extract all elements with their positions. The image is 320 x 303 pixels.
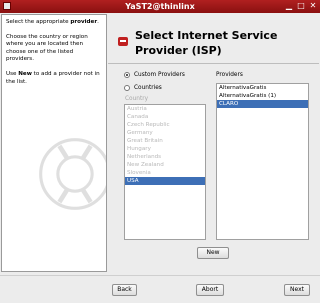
custom-providers-radio[interactable]: Custom Providers xyxy=(124,72,185,78)
radio-indicator-countries[interactable] xyxy=(124,85,130,91)
help-panel: Select the appropriate provider. Choose … xyxy=(1,14,107,272)
close-icon[interactable]: ✕ xyxy=(309,2,317,10)
country-list-item[interactable]: Hungary xyxy=(125,145,205,153)
minimize-icon[interactable]: ▁ xyxy=(285,2,293,10)
back-button[interactable]: Back xyxy=(112,284,137,296)
page-title: Select Internet Service Provider (ISP) xyxy=(135,29,278,57)
provider-list-item[interactable]: CLARO xyxy=(217,100,308,108)
isp-icon xyxy=(118,37,128,46)
country-list-item[interactable]: Netherlands xyxy=(125,153,205,161)
countries-radio[interactable]: Countries xyxy=(124,85,162,91)
help-paragraph-3: Use New to add a provider not in the lis… xyxy=(6,70,100,85)
provider-list-item[interactable]: AlternativaGratis xyxy=(217,84,308,92)
provider-list-item[interactable]: AlternativaGratis (1) xyxy=(217,92,308,100)
maximize-icon[interactable]: □ xyxy=(297,2,305,10)
country-list-item[interactable]: Czech Republic xyxy=(125,121,205,129)
country-list-item[interactable]: USA xyxy=(125,177,205,185)
country-list[interactable]: Austria Canada Czech Republic Germany Great … xyxy=(124,104,206,240)
country-list-label: Country xyxy=(125,96,149,102)
header-divider xyxy=(108,63,319,64)
providers-list-label: Providers xyxy=(216,72,243,78)
lifebuoy-icon xyxy=(39,138,106,210)
country-list-item[interactable]: New Zealand xyxy=(125,161,205,169)
window-menu-icon[interactable] xyxy=(3,2,11,10)
new-button[interactable]: New xyxy=(197,247,229,259)
window-title: YaST2@thinlinx xyxy=(125,2,195,11)
next-button[interactable]: Next xyxy=(284,284,310,296)
help-paragraph-1: Select the appropriate provider. xyxy=(6,19,99,25)
provider-list[interactable]: AlternativaGratis AlternativaGratis (1) CL… xyxy=(216,83,309,240)
country-list-item[interactable]: Great Britain xyxy=(125,137,205,145)
abort-button[interactable]: Abort xyxy=(196,284,224,296)
country-list-item[interactable]: Canada xyxy=(125,113,205,121)
main-panel: Select Internet Service Provider (ISP) C… xyxy=(108,14,319,272)
help-paragraph-2: Choose the country or region where you a… xyxy=(6,33,88,63)
radio-indicator-custom[interactable] xyxy=(124,72,130,78)
country-list-item[interactable]: Austria xyxy=(125,105,205,113)
window-titlebar[interactable]: YaST2@thinlinx ▁ □ ✕ xyxy=(0,0,320,13)
country-list-item[interactable]: Slovenia xyxy=(125,169,205,177)
country-list-item[interactable]: Germany xyxy=(125,129,205,137)
bottom-divider xyxy=(0,275,320,276)
